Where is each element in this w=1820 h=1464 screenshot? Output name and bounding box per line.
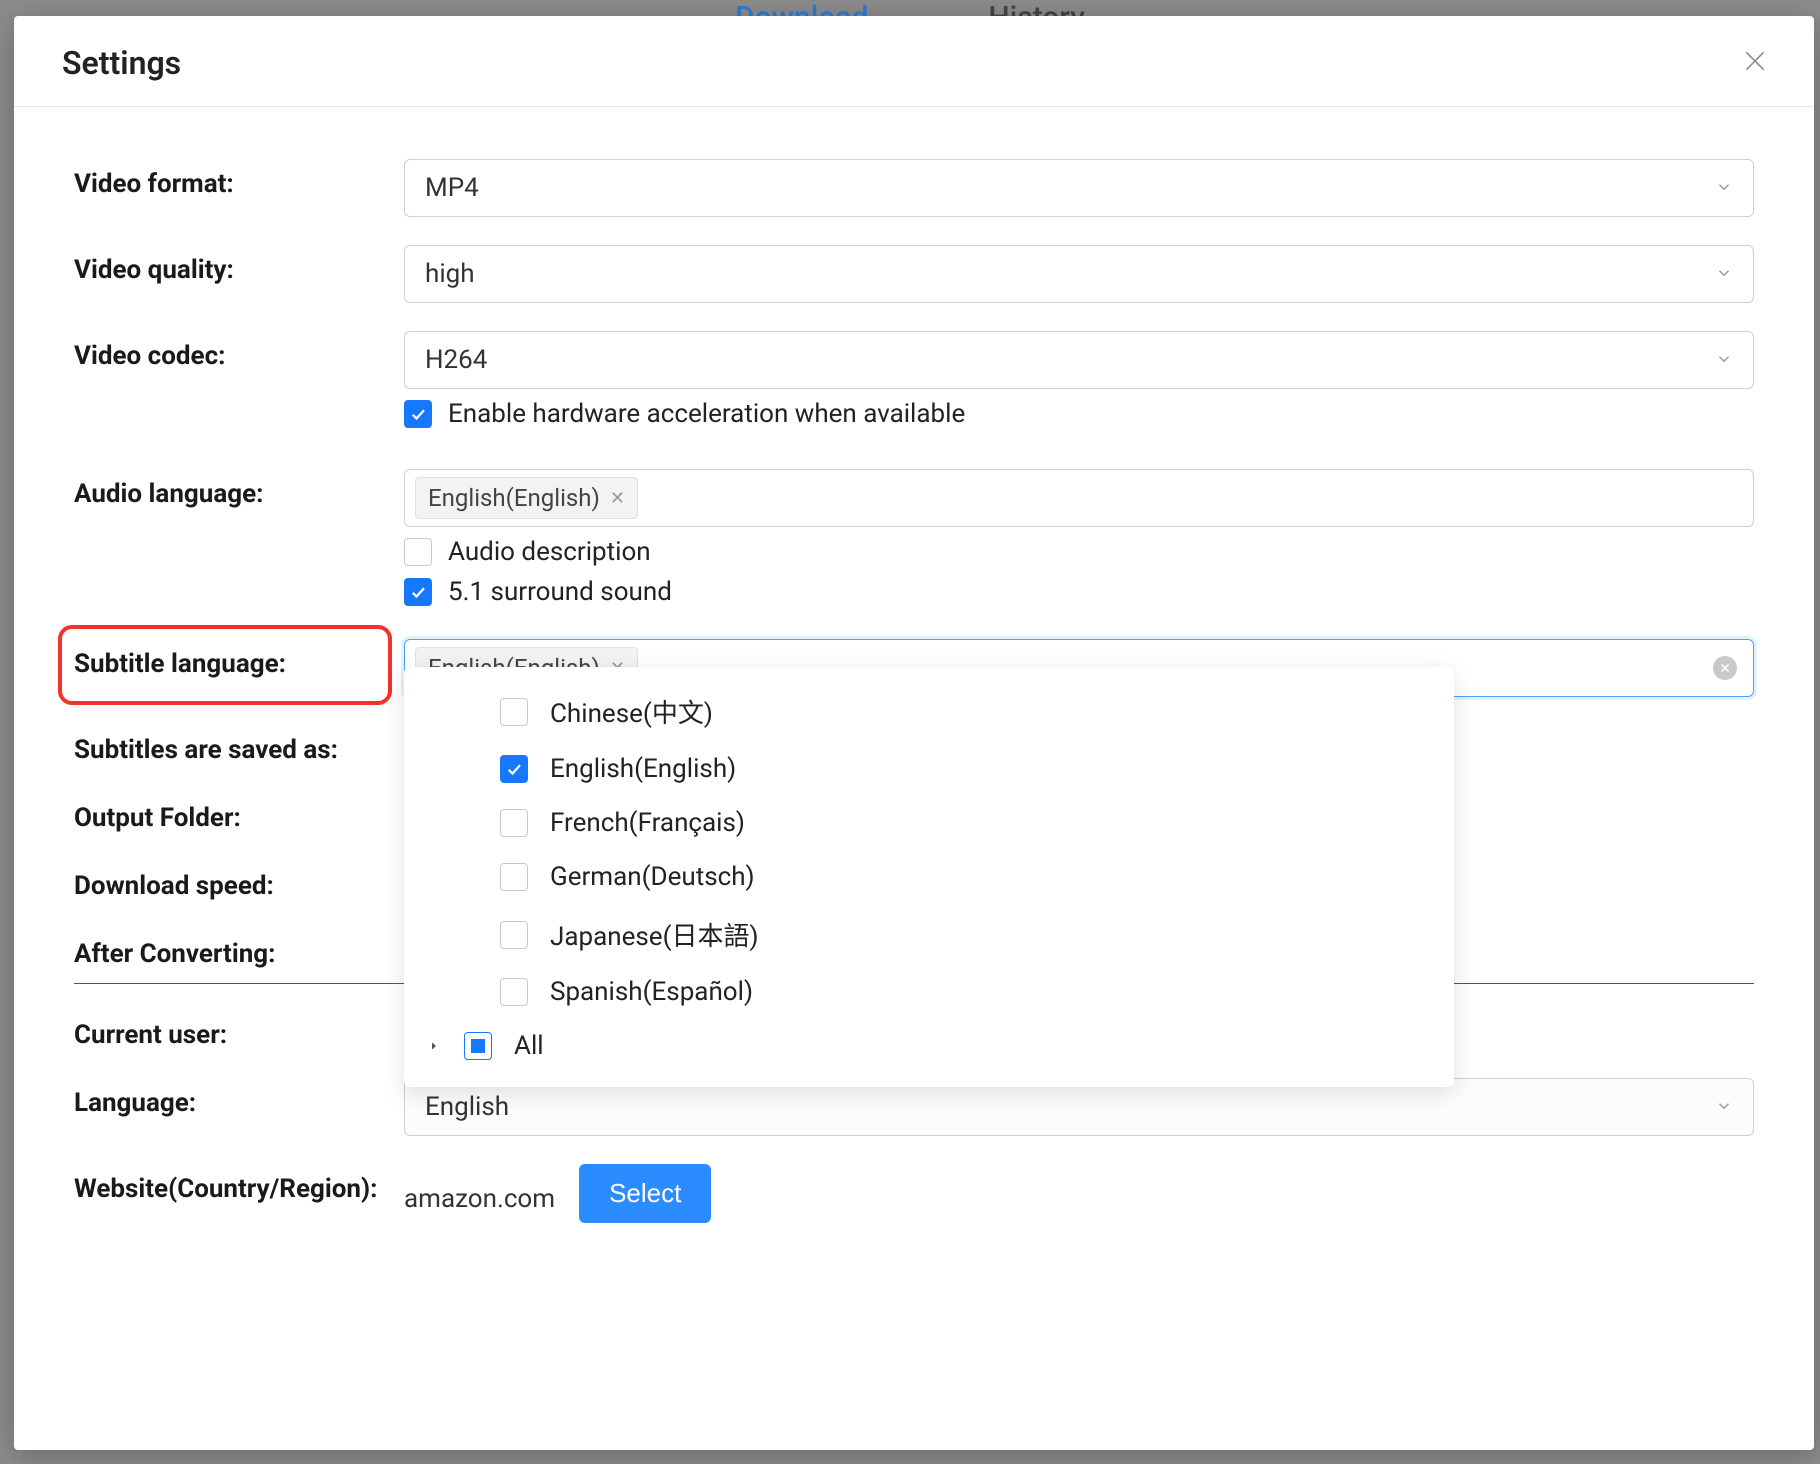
audio-language-label: Audio language:	[74, 469, 404, 509]
video-quality-value: high	[425, 259, 475, 289]
audio-description-label: Audio description	[448, 537, 651, 567]
subtitle-option-label: German(Deutsch)	[550, 862, 755, 892]
video-codec-label: Video codec:	[74, 331, 404, 371]
video-format-label: Video format:	[74, 159, 404, 199]
download-speed-label: Download speed:	[74, 861, 404, 901]
surround-checkbox[interactable]	[404, 578, 432, 606]
subtitle-option[interactable]: French(Français)	[464, 796, 1454, 850]
audio-description-checkbox[interactable]	[404, 538, 432, 566]
tab-history-bg: History	[988, 0, 1085, 16]
chevron-down-icon	[1715, 1092, 1733, 1122]
chevron-down-icon	[1715, 345, 1733, 375]
subtitle-language-dropdown[interactable]: Chinese(中文) English(English) French(França…	[404, 667, 1454, 1087]
video-codec-value: H264	[425, 345, 487, 375]
hw-accel-label: Enable hardware acceleration when availa…	[448, 399, 965, 429]
modal-body: Video format: MP4 Video quality: high	[14, 107, 1814, 1450]
subtitle-option-checkbox[interactable]	[500, 698, 528, 726]
subtitle-option-checkbox[interactable]	[500, 809, 528, 837]
current-user-label: Current user:	[74, 1010, 404, 1050]
video-quality-label: Video quality:	[74, 245, 404, 285]
subtitle-option-label: Japanese(日本語)	[550, 916, 759, 953]
hw-accel-checkbox[interactable]	[404, 400, 432, 428]
remove-tag-icon[interactable]: ✕	[610, 488, 625, 509]
subtitle-option-checkbox[interactable]	[500, 863, 528, 891]
video-format-select[interactable]: MP4	[404, 159, 1754, 217]
website-value: amazon.com	[404, 1174, 555, 1214]
chevron-down-icon	[1715, 173, 1733, 203]
expand-caret-icon[interactable]	[428, 1040, 442, 1052]
clear-all-button[interactable]	[1713, 656, 1737, 680]
surround-label: 5.1 surround sound	[448, 577, 672, 607]
language-label: Language:	[74, 1078, 404, 1118]
website-select-button[interactable]: Select	[579, 1164, 711, 1223]
settings-modal: Settings Video format: MP4 V	[14, 16, 1814, 1450]
close-button[interactable]	[1738, 46, 1772, 80]
subtitle-option-label: French(Français)	[550, 808, 745, 838]
language-value: English	[425, 1092, 509, 1122]
subtitle-option[interactable]: English(English)	[464, 742, 1454, 796]
website-label: Website(Country/Region):	[74, 1164, 404, 1204]
subtitle-language-label: Subtitle language:	[74, 649, 286, 679]
video-format-value: MP4	[425, 173, 479, 203]
all-languages-checkbox[interactable]	[464, 1032, 492, 1060]
audio-language-input[interactable]: English(English) ✕	[404, 469, 1754, 527]
all-languages-label: All	[514, 1031, 544, 1061]
modal-title: Settings	[62, 44, 181, 82]
subtitle-option-label: English(English)	[550, 754, 736, 784]
video-quality-select[interactable]: high	[404, 245, 1754, 303]
subtitle-option-checkbox[interactable]	[500, 755, 528, 783]
modal-header: Settings	[14, 16, 1814, 107]
subtitle-option[interactable]: Spanish(Español)	[464, 965, 1454, 1019]
subtitle-option[interactable]: Japanese(日本語)	[464, 904, 1454, 965]
after-converting-label: After Converting:	[74, 929, 404, 969]
background-tabs: Download History	[0, 0, 1820, 16]
audio-language-tag[interactable]: English(English) ✕	[415, 477, 638, 519]
subtitle-option-label: Spanish(Español)	[550, 977, 753, 1007]
close-icon	[1742, 48, 1768, 78]
subtitle-option[interactable]: Chinese(中文)	[464, 681, 1454, 742]
subtitle-option-label: Chinese(中文)	[550, 693, 713, 730]
subtitles-saved-as-label: Subtitles are saved as:	[74, 725, 404, 765]
tab-download-bg: Download	[735, 0, 868, 16]
subtitle-option[interactable]: German(Deutsch)	[464, 850, 1454, 904]
chevron-down-icon	[1715, 259, 1733, 289]
subtitle-option-checkbox[interactable]	[500, 978, 528, 1006]
output-folder-label: Output Folder:	[74, 793, 404, 833]
subtitle-option-checkbox[interactable]	[500, 921, 528, 949]
video-codec-select[interactable]: H264	[404, 331, 1754, 389]
